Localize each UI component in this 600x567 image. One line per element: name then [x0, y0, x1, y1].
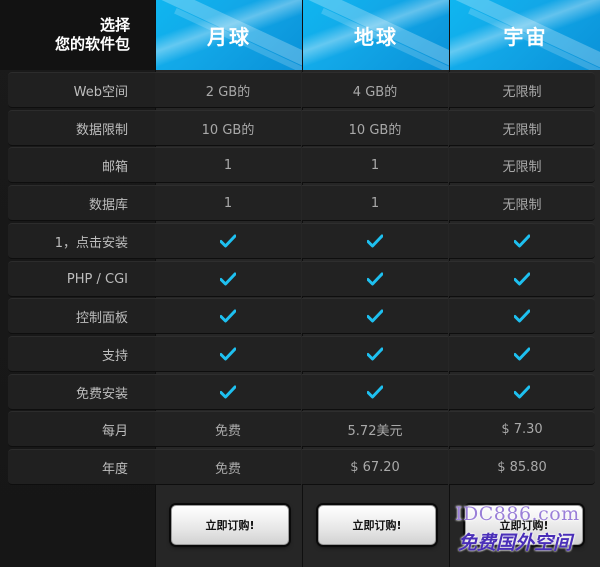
- checkmark-icon: [367, 272, 383, 286]
- feature-value-cell: [155, 336, 301, 372]
- checkmark-icon: [514, 309, 530, 323]
- checkmark-icon: [514, 234, 530, 248]
- checkmark-icon: [367, 309, 383, 323]
- plan-header-universe: 宇宙: [450, 0, 600, 70]
- choose-package-heading: 选择 您的软件包: [0, 0, 155, 70]
- feature-value-cell: 无限制: [449, 147, 595, 183]
- feature-label: 数据限制: [8, 110, 155, 146]
- watermark-text: 免费国外空间: [458, 532, 573, 554]
- feature-value-cell: [449, 223, 595, 259]
- feature-value-cell: $ 7.30: [449, 411, 595, 447]
- feature-value-cell: 无限制: [449, 72, 595, 108]
- feature-value-cell: 10 GB的: [302, 110, 448, 146]
- checkmark-icon: [220, 272, 236, 286]
- plan-header-moon: 月球: [156, 0, 302, 70]
- feature-value-cell: [302, 374, 448, 410]
- feature-value-cell: $ 67.20: [302, 449, 448, 485]
- checkmark-icon: [367, 385, 383, 399]
- feature-label: 每月: [8, 411, 155, 447]
- feature-value-cell: $ 85.80: [449, 449, 595, 485]
- plan-title-universe: 宇宙: [503, 24, 548, 49]
- feature-value-cell: [302, 298, 448, 334]
- feature-value-cell: [155, 374, 301, 410]
- feature-value-cell: [155, 261, 301, 297]
- feature-label: Web空间: [8, 72, 155, 108]
- checkmark-icon: [514, 272, 530, 286]
- feature-label: 年度: [8, 449, 155, 485]
- feature-label: 控制面板: [8, 298, 155, 334]
- feature-value-cell: 1: [302, 185, 448, 221]
- feature-label: 邮箱: [8, 147, 155, 183]
- feature-label: 免费安装: [8, 374, 155, 410]
- feature-label: 支持: [8, 336, 155, 372]
- plan-header-earth: 地球: [303, 0, 449, 70]
- feature-value-cell: [449, 374, 595, 410]
- checkmark-icon: [220, 347, 236, 361]
- feature-label: 1，点击安装: [8, 223, 155, 259]
- checkmark-icon: [514, 385, 530, 399]
- feature-value-cell: 10 GB的: [155, 110, 301, 146]
- watermark-url: IDC886.com: [455, 503, 580, 525]
- feature-value-cell: [302, 223, 448, 259]
- feature-value-cell: 无限制: [449, 185, 595, 221]
- feature-value-cell: 4 GB的: [302, 72, 448, 108]
- feature-value-cell: [155, 298, 301, 334]
- feature-value-cell: 1: [155, 185, 301, 221]
- order-now-button-moon[interactable]: 立即订购!: [171, 505, 289, 545]
- feature-value-cell: 5.72美元: [302, 411, 448, 447]
- feature-value-cell: [302, 261, 448, 297]
- feature-value-cell: 免费: [155, 411, 301, 447]
- feature-value-cell: [449, 261, 595, 297]
- checkmark-icon: [367, 347, 383, 361]
- feature-value-cell: [302, 336, 448, 372]
- feature-value-cell: [449, 336, 595, 372]
- checkmark-icon: [220, 385, 236, 399]
- feature-value-cell: 2 GB的: [155, 72, 301, 108]
- feature-value-cell: 无限制: [449, 110, 595, 146]
- checkmark-icon: [514, 347, 530, 361]
- plan-title-earth: 地球: [354, 24, 398, 49]
- feature-value-cell: 1: [155, 147, 301, 183]
- checkmark-icon: [367, 234, 383, 248]
- heading-line-2: 您的软件包: [54, 35, 130, 53]
- feature-value-cell: [155, 223, 301, 259]
- feature-label: PHP / CGI: [8, 261, 155, 297]
- order-now-button-earth[interactable]: 立即订购!: [318, 505, 436, 545]
- heading-line-1: 选择: [99, 16, 130, 34]
- feature-label: 数据库: [8, 185, 155, 221]
- pricing-table: 选择 您的软件包 月球 地球 宇宙 Web空间 2 GB的 4 GB的 无限制 数据限制…: [0, 0, 600, 567]
- plan-title-moon: 月球: [207, 24, 251, 49]
- checkmark-icon: [220, 234, 236, 248]
- feature-value-cell: [449, 298, 595, 334]
- feature-value-cell: 1: [302, 147, 448, 183]
- feature-value-cell: 免费: [155, 449, 301, 485]
- checkmark-icon: [220, 309, 236, 323]
